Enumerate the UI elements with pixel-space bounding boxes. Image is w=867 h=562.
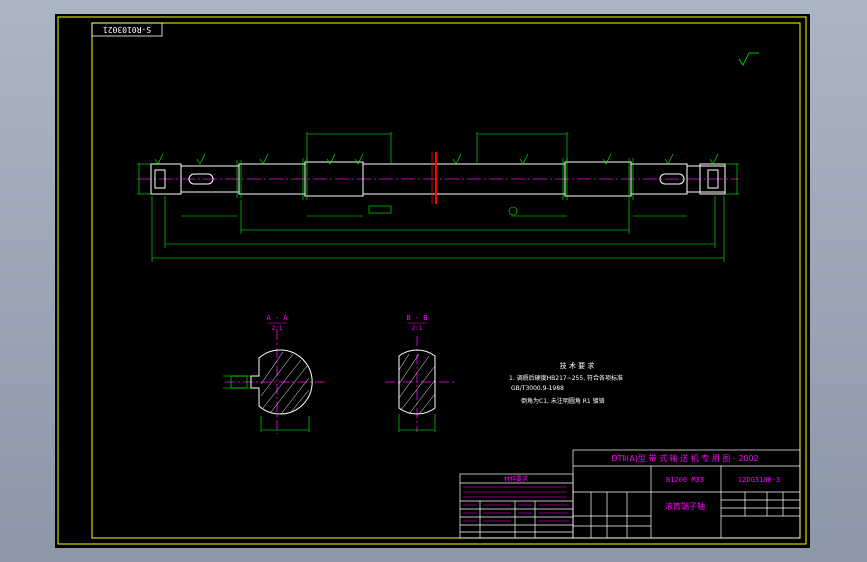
title-header: DTⅡ(A)型 带 式 输 送 机 专 用 图 - 2002 (611, 453, 758, 463)
shaft-main-view (137, 152, 739, 204)
cad-viewport[interactable]: S-R0103021 A - A 2:1 B - B 2:1 技 术 要 求 1… (55, 14, 810, 548)
title-spec: B1200 M33 (666, 476, 704, 484)
title-part-name: 滚筒端子轴 (665, 501, 705, 511)
section-view-a: A - A 2:1 (223, 314, 325, 434)
notes-line-2: GB/T3000.9-1988 (511, 385, 564, 392)
title-drawing-number: 12DG3100-3 (738, 476, 780, 484)
roughness-symbol (738, 52, 759, 66)
notes-line-3: 倒角为C1, 未注明圆角 R1 镀铬 (521, 397, 605, 405)
stamp-text: S-R0103021 (103, 25, 151, 34)
materials-table-title: 材料要求 (504, 475, 528, 483)
section-a-label: A - A (266, 314, 288, 322)
outer-frame (57, 16, 807, 545)
materials-table-marks (463, 486, 569, 522)
title-block (459, 449, 801, 539)
section-b-scale: 2:1 (412, 325, 423, 332)
notes-line-1: 1. 调质后硬度HB217~255, 符合各项标准 (509, 374, 623, 382)
dimension-lines (137, 132, 739, 262)
engineering-drawing: S-R0103021 A - A 2:1 B - B 2:1 技 术 要 求 1… (57, 16, 807, 545)
notes-title: 技 术 要 求 (560, 361, 595, 370)
section-view-b: B - B 2:1 (385, 314, 455, 432)
section-b-label: B - B (406, 314, 427, 322)
technical-notes: 技 术 要 求 1. 调质后硬度HB217~255, 符合各项标准 GB/T30… (509, 361, 623, 405)
section-a-scale: 2:1 (272, 325, 283, 332)
